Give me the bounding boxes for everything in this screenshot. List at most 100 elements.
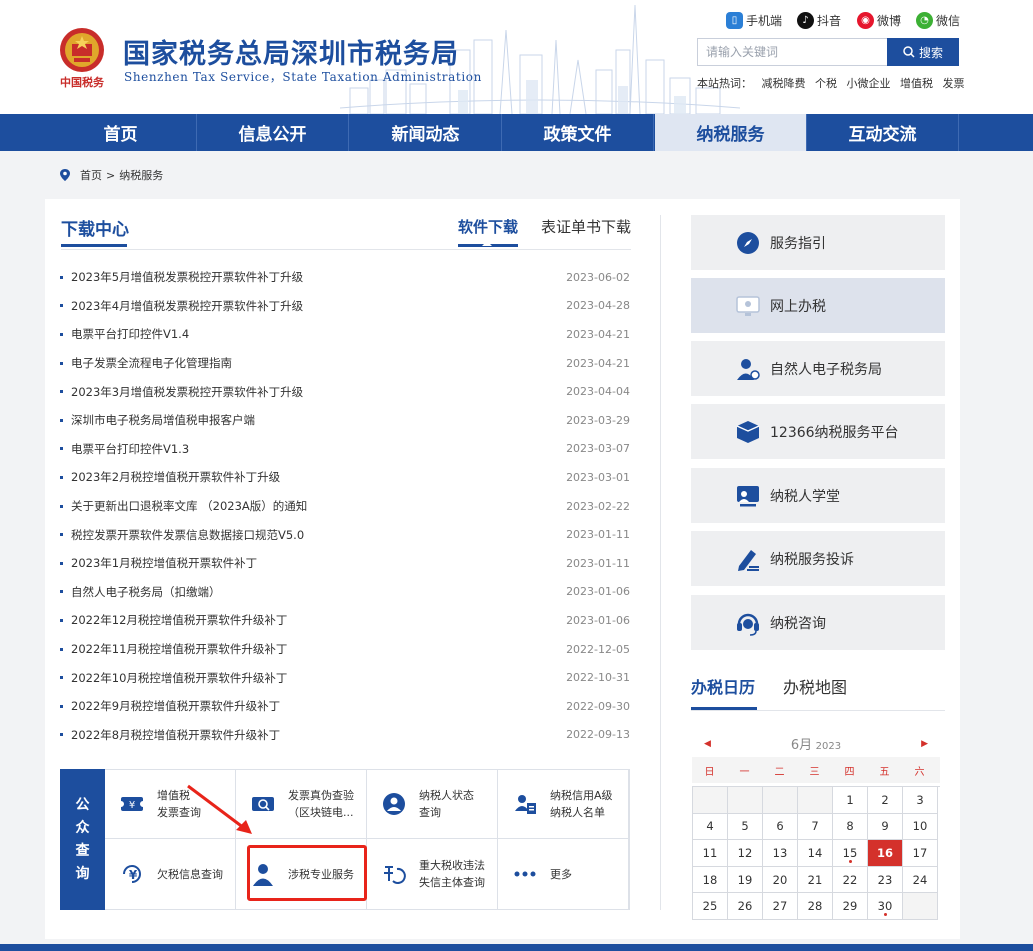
download-item-title[interactable]: 2023年2月税控增值税开票软件补丁升级 — [60, 469, 280, 485]
calendar-day[interactable]: 23 — [868, 866, 903, 894]
download-item-title[interactable]: 电票平台打印控件V1.3 — [60, 441, 189, 457]
hot-word[interactable]: 增值税 — [900, 77, 933, 90]
weibo-link[interactable]: ◉ 微博 — [857, 12, 901, 29]
wechat-link[interactable]: ◔ 微信 — [916, 12, 960, 29]
download-item-title[interactable]: 电子发票全流程电子化管理指南 — [60, 355, 232, 371]
nav-policy[interactable]: 政策文件 — [502, 114, 654, 151]
download-item-title[interactable]: 自然人电子税务局（扣缴端） — [60, 584, 221, 600]
calendar-day[interactable]: 26 — [728, 893, 763, 920]
major-violation-query[interactable]: 重大税收违法 失信主体查询 — [367, 839, 498, 910]
list-item[interactable]: 2022年12月税控增值税开票软件升级补丁 2023-01-06 — [60, 606, 630, 635]
calendar-day[interactable]: 27 — [763, 893, 798, 920]
calendar-day[interactable]: 6 — [763, 813, 798, 841]
calendar-day[interactable]: 1 — [833, 787, 868, 814]
nav-home[interactable]: 首页 — [45, 114, 197, 151]
breadcrumb-home[interactable]: 首页 — [80, 167, 102, 183]
tab-tax-map[interactable]: 办税地图 — [783, 674, 847, 698]
service-complaint[interactable]: 纳税服务投诉 — [691, 531, 945, 586]
download-item-title[interactable]: 2022年12月税控增值税开票软件升级补丁 — [60, 612, 287, 628]
hot-word[interactable]: 发票 — [943, 77, 965, 90]
list-item[interactable]: 2023年1月税控增值税开票软件补丁 2023-01-11 — [60, 549, 630, 578]
calendar-day[interactable]: 4 — [693, 813, 728, 841]
calendar-day[interactable]: 14 — [798, 840, 833, 867]
calendar-day[interactable]: 22 — [833, 866, 868, 894]
list-item[interactable]: 电子发票全流程电子化管理指南 2023-04-21 — [60, 349, 630, 378]
download-item-title[interactable]: 2023年3月增值税发票税控开票软件补丁升级 — [60, 384, 303, 400]
list-item[interactable]: 2022年10月税控增值税开票软件升级补丁 2022-10-31 — [60, 663, 630, 692]
calendar-day[interactable]: 18 — [693, 866, 728, 894]
calendar-day[interactable]: 11 — [693, 840, 728, 867]
douyin-link[interactable]: ♪ 抖音 — [797, 12, 841, 29]
calendar-day[interactable]: 30 — [868, 893, 903, 920]
download-item-title[interactable]: 2022年11月税控增值税开票软件升级补丁 — [60, 641, 287, 657]
taxpayer-school[interactable]: 纳税人学堂 — [691, 468, 945, 523]
calendar-day[interactable]: 16 — [868, 840, 903, 867]
download-item-title[interactable]: 税控发票开票软件发票信息数据接口规范V5.0 — [60, 527, 304, 543]
more-query[interactable]: 更多 — [498, 839, 629, 910]
calendar-day[interactable]: 19 — [728, 866, 763, 894]
calendar-day[interactable]: 21 — [798, 866, 833, 894]
hot-word[interactable]: 减税降费 — [762, 77, 806, 90]
service-guide[interactable]: 服务指引 — [691, 215, 945, 270]
list-item[interactable]: 税控发票开票软件发票信息数据接口规范V5.0 2023-01-11 — [60, 520, 630, 549]
calendar-day[interactable]: 28 — [798, 893, 833, 920]
mobile-link[interactable]: ▯ 手机端 — [726, 12, 782, 29]
download-item-title[interactable]: 2022年8月税控增值税开票软件升级补丁 — [60, 727, 280, 743]
calendar-day[interactable]: 29 — [833, 893, 868, 920]
list-item[interactable]: 2022年9月税控增值税开票软件升级补丁 2022-09-30 — [60, 692, 630, 721]
calendar-day[interactable]: 25 — [693, 893, 728, 920]
download-item-title[interactable]: 2023年5月增值税发票税控开票软件补丁升级 — [60, 269, 303, 285]
tax-arrears-query[interactable]: ¥ 欠税信息查询 — [105, 839, 236, 910]
taxpayer-status-query[interactable]: 纳税人状态 查询 — [367, 769, 498, 839]
download-item-title[interactable]: 关于更新出口退税率文库 （2023A版）的通知 — [60, 498, 307, 514]
tab-software-download[interactable]: 软件下载 — [458, 216, 518, 237]
list-item[interactable]: 2023年3月增值税发票税控开票软件补丁升级 2023-04-04 — [60, 377, 630, 406]
search-button[interactable]: 搜索 — [887, 38, 959, 66]
calendar-day[interactable]: 7 — [798, 813, 833, 841]
search-input[interactable] — [697, 38, 887, 66]
list-item[interactable]: 2022年11月税控增值税开票软件升级补丁 2022-12-05 — [60, 635, 630, 664]
calendar-day[interactable]: 24 — [903, 866, 938, 894]
nav-interaction[interactable]: 互动交流 — [807, 114, 959, 151]
nav-tax-service[interactable]: 纳税服务 — [655, 114, 807, 151]
download-item-title[interactable]: 2023年1月税控增值税开票软件补丁 — [60, 555, 257, 571]
calendar-day[interactable]: 13 — [763, 840, 798, 867]
download-item-title[interactable]: 2022年9月税控增值税开票软件升级补丁 — [60, 698, 280, 714]
list-item[interactable]: 2022年8月税控增值税开票软件升级补丁 2022-09-13 — [60, 721, 630, 750]
natural-person-etax[interactable]: 自然人电子税务局 — [691, 341, 945, 396]
hotline-12366-platform[interactable]: 12366纳税服务平台 — [691, 404, 945, 459]
tab-tax-calendar[interactable]: 办税日历 — [691, 674, 755, 698]
credit-a-list-query[interactable]: 纳税信用A级 纳税人名单 — [498, 769, 629, 839]
list-item[interactable]: 自然人电子税务局（扣缴端） 2023-01-06 — [60, 578, 630, 607]
calendar-day[interactable]: 5 — [728, 813, 763, 841]
calendar-day[interactable]: 12 — [728, 840, 763, 867]
list-item[interactable]: 2023年4月增值税发票税控开票软件补丁升级 2023-04-28 — [60, 292, 630, 321]
nav-info-disclosure[interactable]: 信息公开 — [197, 114, 349, 151]
hot-word[interactable]: 个税 — [815, 77, 837, 90]
calendar-day[interactable]: 3 — [903, 787, 938, 814]
list-item[interactable]: 电票平台打印控件V1.4 2023-04-21 — [60, 320, 630, 349]
download-item-title[interactable]: 2022年10月税控增值税开票软件升级补丁 — [60, 670, 287, 686]
calendar-day[interactable]: 2 — [868, 787, 903, 814]
download-item-title[interactable]: 深圳市电子税务局增值税申报客户端 — [60, 412, 255, 428]
tax-consulting[interactable]: 纳税咨询 — [691, 595, 945, 650]
calendar-day[interactable]: 17 — [903, 840, 938, 867]
prev-month-button[interactable]: ◀ — [704, 739, 711, 749]
list-item[interactable]: 2023年2月税控增值税开票软件补丁升级 2023-03-01 — [60, 463, 630, 492]
calendar-day[interactable]: 20 — [763, 866, 798, 894]
online-tax-service[interactable]: 网上办税 — [691, 278, 945, 333]
download-item-title[interactable]: 电票平台打印控件V1.4 — [60, 326, 189, 342]
calendar-day[interactable]: 9 — [868, 813, 903, 841]
next-month-button[interactable]: ▶ — [921, 739, 928, 749]
calendar-day[interactable]: 15 — [833, 840, 868, 867]
list-item[interactable]: 电票平台打印控件V1.3 2023-03-07 — [60, 435, 630, 464]
calendar-day[interactable]: 8 — [833, 813, 868, 841]
hot-word[interactable]: 小微企业 — [847, 77, 891, 90]
list-item[interactable]: 关于更新出口退税率文库 （2023A版）的通知 2023-02-22 — [60, 492, 630, 521]
list-item[interactable]: 2023年5月增值税发票税控开票软件补丁升级 2023-06-02 — [60, 263, 630, 292]
tab-forms-download[interactable]: 表证单书下载 — [541, 216, 631, 237]
list-item[interactable]: 深圳市电子税务局增值税申报客户端 2023-03-29 — [60, 406, 630, 435]
calendar-day[interactable]: 10 — [903, 813, 938, 841]
download-item-title[interactable]: 2023年4月增值税发票税控开票软件补丁升级 — [60, 298, 303, 314]
nav-news[interactable]: 新闻动态 — [350, 114, 502, 151]
